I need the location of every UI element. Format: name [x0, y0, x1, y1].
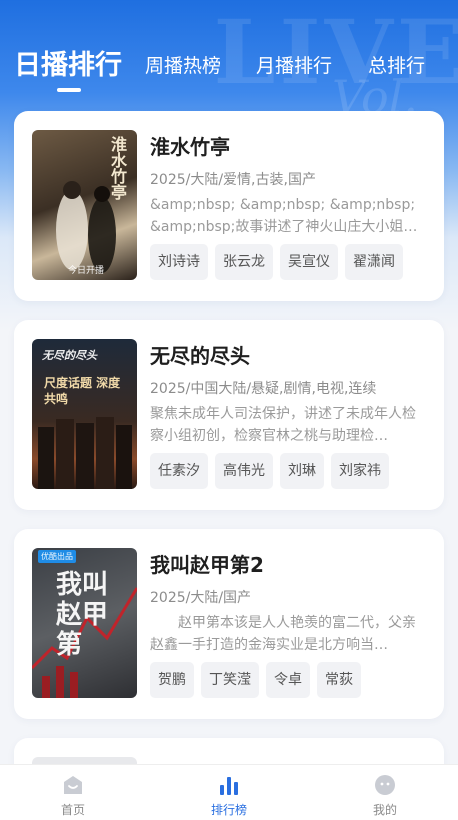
- tabbar-profile-label: 我的: [372, 803, 397, 817]
- list-item[interactable]: 淮水竹亭 今日开播 淮水竹亭 2025/大陆/爱情,古装,国产 &amp;nbs…: [14, 111, 444, 301]
- item-meta: 2025/大陆/国产: [150, 590, 252, 606]
- profile-icon: [375, 775, 395, 795]
- poster-badge: 优酷出品: [38, 550, 76, 563]
- actor-tag[interactable]: 贺鹏: [150, 662, 194, 698]
- item-title[interactable]: 淮水竹亭: [150, 131, 230, 160]
- poster-subtitle: 尺度话题 深度共鸣: [44, 376, 121, 406]
- actor-tag[interactable]: 令卓: [266, 662, 310, 698]
- actor-tag[interactable]: 吴宣仪: [280, 244, 338, 280]
- tab-overall[interactable]: 总排行: [368, 51, 425, 78]
- poster-title: 我叫赵甲第: [56, 570, 109, 660]
- bottom-tab-bar: 首页 排行榜 我的: [0, 764, 458, 820]
- actor-tag[interactable]: 丁笑滢: [201, 662, 259, 698]
- actor-tag[interactable]: 刘琳: [280, 453, 324, 489]
- tab-daily[interactable]: 日播排行: [14, 43, 122, 82]
- actor-tag[interactable]: 常荻: [317, 662, 361, 698]
- poster-image: 优酷出品 我叫赵甲第: [32, 548, 137, 698]
- tabbar-home-label: 首页: [60, 803, 85, 817]
- list-item[interactable]: 优酷出品 我叫赵甲第 我叫赵甲第2 2025/大陆/国产 赵甲第本该是人人艳羡的…: [14, 529, 444, 719]
- poster-title: 无尽的尽头: [42, 349, 97, 362]
- actor-tag[interactable]: 翟潇闻: [345, 244, 403, 280]
- actor-tag[interactable]: 任素汐: [150, 453, 208, 489]
- ranking-tabs: 日播排行 周播热榜 月播排行 总排行: [0, 40, 458, 100]
- item-meta: 2025/大陆/爱情,古装,国产: [150, 172, 316, 188]
- actor-tag[interactable]: 刘家祎: [331, 453, 389, 489]
- item-meta: 2025/中国大陆/悬疑,剧情,电视,连续: [150, 381, 377, 397]
- item-description: 赵甲第本该是人人艳羡的富二代，父亲赵鑫一手打造的金海实业是北方响当…: [150, 615, 416, 653]
- item-description: &amp;nbsp; &amp;nbsp; &amp;nbsp; &amp;nb…: [150, 197, 418, 235]
- tabbar-ranking[interactable]: 排行榜: [174, 765, 284, 820]
- actor-tags: 任素汐 高伟光 刘琳 刘家祎: [150, 453, 396, 489]
- item-title[interactable]: 我叫赵甲第2: [150, 549, 264, 578]
- poster-badge: 今日开播: [68, 266, 105, 276]
- list-item[interactable]: 无尽的尽头 尺度话题 深度共鸣 无尽的尽头 2025/中国大陆/悬疑,剧情,电视…: [14, 320, 444, 510]
- poster-image: 无尽的尽头 尺度话题 深度共鸣: [32, 339, 137, 489]
- item-title[interactable]: 无尽的尽头: [150, 340, 250, 369]
- tab-monthly[interactable]: 月播排行: [256, 51, 332, 78]
- tabbar-profile[interactable]: 我的: [330, 765, 440, 820]
- active-tab-indicator: [57, 88, 81, 92]
- ranking-icon: [220, 777, 238, 795]
- actor-tag[interactable]: 张云龙: [215, 244, 273, 280]
- tabbar-home[interactable]: 首页: [18, 765, 128, 820]
- actor-tags: 刘诗诗 张云龙 吴宣仪 翟潇闻: [150, 244, 410, 280]
- poster-title: 淮水竹亭: [108, 136, 127, 200]
- actor-tag[interactable]: 高伟光: [215, 453, 273, 489]
- tab-weekly[interactable]: 周播热榜: [145, 51, 221, 78]
- poster-image: 淮水竹亭 今日开播: [32, 130, 137, 280]
- actor-tags: 贺鹏 丁笑滢 令卓 常荻: [150, 662, 368, 698]
- item-description: 聚焦未成年人司法保护，讲述了未成年人检察小组初创，检察官林之桃与助理检…: [150, 406, 416, 444]
- home-icon: [64, 776, 82, 794]
- tabbar-ranking-label: 排行榜: [210, 803, 247, 817]
- actor-tag[interactable]: 刘诗诗: [150, 244, 208, 280]
